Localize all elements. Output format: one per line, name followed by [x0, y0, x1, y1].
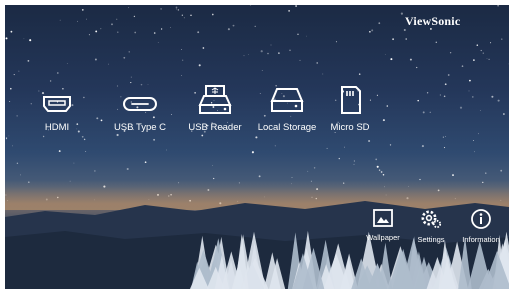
source-usb-type-c[interactable]: USB Type C: [100, 93, 180, 133]
source-label: Micro SD: [330, 122, 370, 133]
source-usb-reader[interactable]: USB Reader: [175, 85, 255, 133]
home-screen: ViewSonic HDMI USB Type C USB Reader Loc…: [5, 5, 509, 289]
source-label: USB Reader: [188, 122, 242, 133]
function-label: Settings: [417, 235, 445, 244]
usb-type-c-icon: [123, 97, 157, 111]
local-storage-icon: [270, 88, 304, 112]
source-hdmi[interactable]: HDMI: [17, 93, 97, 133]
source-micro-sd[interactable]: Micro SD: [310, 86, 390, 133]
micro-sd-icon: [341, 86, 361, 114]
function-information[interactable]: Information: [453, 208, 509, 244]
information-icon: [471, 209, 491, 229]
source-label: USB Type C: [113, 122, 167, 133]
function-settings[interactable]: Settings: [403, 208, 459, 244]
function-label: Information: [462, 235, 500, 244]
starry-sky-background: [5, 5, 509, 289]
viewsonic-logo: ViewSonic: [405, 14, 461, 28]
settings-icon: [421, 210, 442, 229]
hdmi-icon: [43, 96, 71, 112]
source-label: HDMI: [44, 122, 70, 133]
usb-reader-icon: [198, 85, 232, 114]
wallpaper-icon: [373, 209, 393, 227]
